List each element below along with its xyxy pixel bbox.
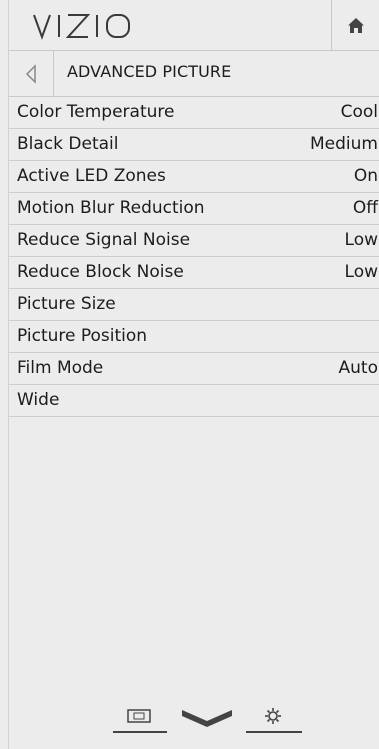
- menu-item-label: Film Mode: [17, 358, 104, 378]
- home-icon: [348, 17, 364, 33]
- settings-gear-icon: [246, 708, 302, 733]
- menu-item-picture-size[interactable]: Picture Size: [9, 289, 379, 321]
- menu-item-label: Color Temperature: [17, 102, 175, 122]
- menu-item-wide[interactable]: Wide: [9, 385, 379, 417]
- back-button[interactable]: [9, 51, 54, 96]
- submenu-header: ADVANCED PICTURE: [9, 51, 379, 97]
- menu-item-value: Cool: [340, 102, 378, 122]
- menu-item-value: Medium: [310, 134, 378, 154]
- menu-panel: ADVANCED PICTURE Color Temperature Cool …: [8, 0, 379, 749]
- menu-item-label: Motion Blur Reduction: [17, 198, 205, 218]
- chevron-down-icon: [182, 710, 232, 727]
- menu-item-value: Low: [344, 230, 378, 250]
- menu-item-value: On: [353, 166, 378, 186]
- menu-item-motion-blur-reduction[interactable]: Motion Blur Reduction Off: [9, 193, 379, 225]
- menu-item-value: Low: [344, 262, 378, 282]
- menu-item-value: Auto: [338, 358, 378, 378]
- menu-item-label: Reduce Block Noise: [17, 262, 184, 282]
- menu-item-black-detail[interactable]: Black Detail Medium: [9, 129, 379, 161]
- input-button[interactable]: [109, 696, 169, 736]
- tv-menu-screen: ADVANCED PICTURE Color Temperature Cool …: [0, 0, 379, 749]
- menu-item-label: Reduce Signal Noise: [17, 230, 191, 250]
- menu-item-color-temperature[interactable]: Color Temperature Cool: [9, 97, 379, 129]
- home-button[interactable]: [332, 0, 379, 50]
- vizio-logo: [33, 14, 130, 40]
- menu-item-film-mode[interactable]: Film Mode Auto: [9, 353, 379, 385]
- page-title: ADVANCED PICTURE: [67, 62, 232, 81]
- menu-item-picture-position[interactable]: Picture Position: [9, 321, 379, 353]
- more-button[interactable]: [177, 706, 237, 730]
- menu-item-label: Active LED Zones: [17, 166, 166, 186]
- menu-item-active-led-zones[interactable]: Active LED Zones On: [9, 161, 379, 193]
- menu-item-label: Picture Size: [17, 294, 116, 314]
- back-arrow-icon: [25, 63, 36, 84]
- bottom-nav: [109, 696, 309, 736]
- menu-item-value: Off: [352, 198, 378, 218]
- menu-item-label: Black Detail: [17, 134, 119, 154]
- menu-header: [9, 0, 379, 51]
- menu-item-reduce-signal-noise[interactable]: Reduce Signal Noise Low: [9, 225, 379, 257]
- menu-list: Color Temperature Cool Black Detail Medi…: [9, 97, 379, 417]
- menu-item-label: Wide: [17, 390, 60, 410]
- menu-item-label: Picture Position: [17, 326, 148, 346]
- menu-item-reduce-block-noise[interactable]: Reduce Block Noise Low: [9, 257, 379, 289]
- input-icon: [113, 709, 167, 733]
- settings-button[interactable]: [242, 696, 304, 736]
